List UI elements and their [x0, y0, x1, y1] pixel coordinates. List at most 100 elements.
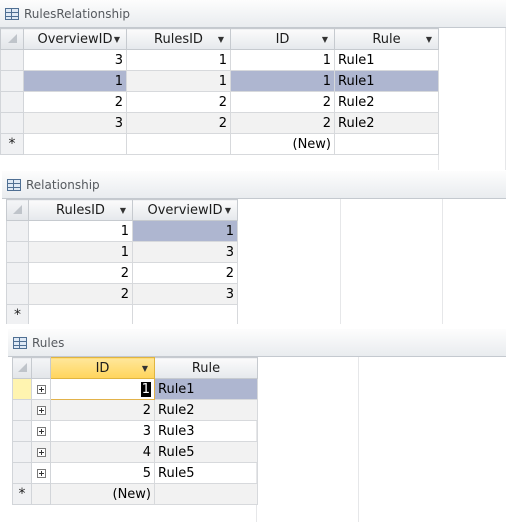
cell-rulesid[interactable]: 1: [126, 49, 231, 71]
cell-id[interactable]: 1: [230, 70, 335, 92]
new-record-row[interactable]: * (New): [12, 483, 258, 505]
cell-id[interactable]: 5: [50, 462, 155, 484]
cell-rule[interactable]: Rule5: [154, 441, 258, 463]
cell-rule[interactable]: Rule2: [334, 91, 439, 113]
row-selector[interactable]: [0, 49, 24, 71]
row-selector[interactable]: [6, 241, 29, 263]
cell-rulesid[interactable]: 1: [126, 70, 231, 92]
cell-rule[interactable]: Rule2: [154, 399, 258, 421]
table-row[interactable]: 5 Rule5: [12, 462, 258, 484]
table-row[interactable]: 2 2: [6, 262, 238, 284]
table-row[interactable]: 3 1 1 Rule1: [0, 49, 439, 71]
row-selector[interactable]: [6, 220, 29, 242]
datasheet-grid: ID ▼ Rule 1 Rule1 2 Rule2 3 Rule3 4 Rule…: [8, 357, 506, 522]
column-header-rulesid[interactable]: RulesID ▼: [126, 28, 231, 50]
row-selector[interactable]: [6, 283, 29, 305]
cell-rule[interactable]: Rule3: [154, 420, 258, 442]
cell-rule[interactable]: Rule1: [154, 378, 258, 400]
cell-rule[interactable]: Rule1: [334, 70, 439, 92]
cell-rulesid[interactable]: 1: [28, 241, 133, 263]
table-row[interactable]: 2 3: [6, 283, 238, 305]
row-selector[interactable]: [6, 262, 29, 284]
cell-rulesid[interactable]: 2: [126, 112, 231, 134]
relationship-titlebar[interactable]: Relationship: [2, 171, 506, 199]
new-record-row[interactable]: * (New): [0, 133, 439, 155]
table-row[interactable]: 4 Rule5: [12, 441, 258, 463]
cell-rule[interactable]: Rule2: [334, 112, 439, 134]
cell-id[interactable]: 2: [230, 91, 335, 113]
cell-overviewid[interactable]: 3: [132, 283, 238, 305]
row-selector[interactable]: [12, 420, 32, 442]
row-selector[interactable]: [12, 462, 32, 484]
table-row[interactable]: 3 2 2 Rule2: [0, 112, 439, 134]
table-row-current[interactable]: 1 Rule1: [12, 378, 258, 400]
table-row-selected[interactable]: 1 1 1 Rule1: [0, 70, 439, 92]
dropdown-arrow-icon[interactable]: ▼: [114, 30, 120, 49]
table-row[interactable]: 2 Rule2: [12, 399, 258, 421]
row-selector[interactable]: [0, 112, 24, 134]
select-all-corner[interactable]: [6, 199, 29, 221]
dropdown-arrow-icon[interactable]: ▼: [218, 30, 224, 49]
table-row[interactable]: 2 2 2 Rule2: [0, 91, 439, 113]
expand-plus-icon[interactable]: [31, 441, 51, 463]
rules-titlebar[interactable]: Rules: [8, 329, 506, 357]
column-header-rulesid[interactable]: RulesID ▼: [28, 199, 133, 221]
table-row-selected[interactable]: 1 1: [6, 220, 238, 242]
row-selector[interactable]: [12, 441, 32, 463]
cell-rulesid[interactable]: [28, 304, 133, 324]
cell-rule[interactable]: [154, 483, 258, 505]
expand-plus-icon[interactable]: [31, 420, 51, 442]
cell-id[interactable]: 3: [50, 420, 155, 442]
dropdown-arrow-icon[interactable]: ▼: [142, 359, 148, 378]
cell-overviewid[interactable]: 3: [23, 49, 127, 71]
cell-rulesid[interactable]: 2: [28, 283, 133, 305]
new-record-row[interactable]: *: [6, 304, 238, 324]
row-selector[interactable]: [0, 91, 24, 113]
cell-overviewid[interactable]: 1: [132, 220, 238, 242]
cell-rule[interactable]: Rule1: [334, 49, 439, 71]
cell-rulesid[interactable]: 2: [126, 91, 231, 113]
cell-rule[interactable]: Rule5: [154, 462, 258, 484]
cell-id[interactable]: 2: [230, 112, 335, 134]
dropdown-arrow-icon[interactable]: ▼: [120, 201, 126, 220]
new-record-placeholder[interactable]: (New): [50, 483, 155, 505]
select-all-corner[interactable]: [12, 357, 32, 379]
dropdown-arrow-icon[interactable]: ▼: [322, 30, 328, 49]
column-header-rule[interactable]: Rule ▼: [334, 28, 439, 50]
column-header-overviewid[interactable]: OverviewID ▼: [23, 28, 127, 50]
rules-relationship-titlebar[interactable]: RulesRelationship: [0, 0, 506, 28]
cell-id[interactable]: 4: [50, 441, 155, 463]
new-record-placeholder[interactable]: (New): [230, 133, 335, 155]
select-all-corner[interactable]: [0, 28, 24, 50]
cell-overviewid[interactable]: [132, 304, 238, 324]
cell-overviewid[interactable]: 2: [132, 262, 238, 284]
dropdown-arrow-icon[interactable]: ▼: [426, 30, 432, 49]
cell-id[interactable]: 2: [50, 399, 155, 421]
cell-overviewid[interactable]: 3: [23, 112, 127, 134]
cell-id[interactable]: 1: [230, 49, 335, 71]
expand-column-header: [31, 357, 51, 379]
expand-plus-icon[interactable]: [31, 462, 51, 484]
table-row[interactable]: 1 3: [6, 241, 238, 263]
header-row: RulesID ▼ OverviewID ▼: [6, 199, 238, 221]
cell-overviewid[interactable]: 2: [23, 91, 127, 113]
cell-overviewid[interactable]: [23, 133, 127, 155]
cell-overviewid[interactable]: 1: [23, 70, 127, 92]
row-selector[interactable]: [12, 378, 32, 400]
row-selector[interactable]: [0, 70, 24, 92]
cell-rule[interactable]: [334, 133, 439, 155]
column-header-id[interactable]: ID ▼: [50, 357, 155, 379]
cell-rulesid[interactable]: 1: [28, 220, 133, 242]
column-header-rule[interactable]: Rule: [154, 357, 258, 379]
expand-plus-icon[interactable]: [31, 378, 51, 400]
expand-plus-icon[interactable]: [31, 399, 51, 421]
cell-id-editing[interactable]: 1: [50, 378, 155, 400]
table-row[interactable]: 3 Rule3: [12, 420, 258, 442]
cell-overviewid[interactable]: 3: [132, 241, 238, 263]
cell-rulesid[interactable]: 2: [28, 262, 133, 284]
cell-rulesid[interactable]: [126, 133, 231, 155]
column-header-id[interactable]: ID ▼: [230, 28, 335, 50]
row-selector[interactable]: [12, 399, 32, 421]
dropdown-arrow-icon[interactable]: ▼: [225, 201, 231, 220]
column-header-overviewid[interactable]: OverviewID ▼: [132, 199, 238, 221]
